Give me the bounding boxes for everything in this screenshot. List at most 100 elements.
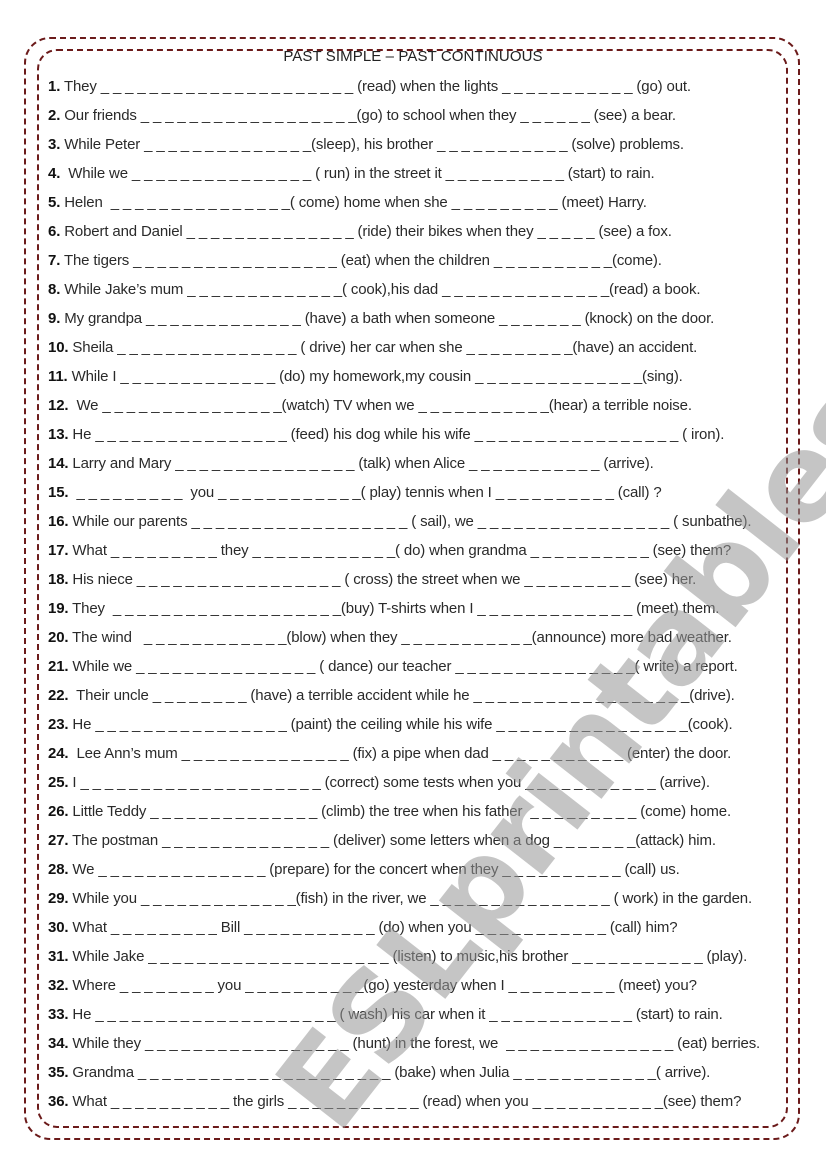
exercise-item: 32. Where _ _ _ _ _ _ _ _ you _ _ _ _ _ … [48,976,793,1005]
exercise-sentence[interactable]: My grandpa _ _ _ _ _ _ _ _ _ _ _ _ _ (ha… [60,310,714,327]
exercise-item: 22. Their uncle _ _ _ _ _ _ _ _ (have) a… [48,686,793,715]
exercise-sentence[interactable]: Lee Ann’s mum _ _ _ _ _ _ _ _ _ _ _ _ _ … [68,745,731,762]
exercise-number: 21. [48,658,69,675]
exercise-item: 13. He _ _ _ _ _ _ _ _ _ _ _ _ _ _ _ _ (… [48,425,793,454]
exercise-number: 25. [48,774,69,791]
exercise-number: 31. [48,948,69,965]
exercise-sentence[interactable]: They _ _ _ _ _ _ _ _ _ _ _ _ _ _ _ _ _ _… [68,600,719,617]
exercise-sentence[interactable]: Robert and Daniel _ _ _ _ _ _ _ _ _ _ _ … [60,223,672,240]
exercise-item: 1. They _ _ _ _ _ _ _ _ _ _ _ _ _ _ _ _ … [48,77,793,106]
exercise-sentence[interactable]: Where _ _ _ _ _ _ _ _ you _ _ _ _ _ _ _ … [68,977,696,994]
exercise-item: 16. While our parents _ _ _ _ _ _ _ _ _ … [48,512,793,541]
exercise-number: 19. [48,600,69,617]
exercise-number: 10. [48,339,69,356]
exercise-item: 8. While Jake’s mum _ _ _ _ _ _ _ _ _ _ … [48,280,793,309]
exercise-sentence[interactable]: While Jake _ _ _ _ _ _ _ _ _ _ _ _ _ _ _… [68,948,747,965]
exercise-number: 24. [48,745,69,762]
exercise-number: 36. [48,1093,69,1110]
exercise-number: 33. [48,1006,69,1023]
exercise-item: 6. Robert and Daniel _ _ _ _ _ _ _ _ _ _… [48,222,793,251]
exercise-sentence[interactable]: Grandma _ _ _ _ _ _ _ _ _ _ _ _ _ _ _ _ … [68,1064,710,1081]
exercise-number: 7. [48,252,61,269]
exercise-sentence[interactable]: He _ _ _ _ _ _ _ _ _ _ _ _ _ _ _ _ (pain… [68,716,732,733]
exercise-item: 29. While you _ _ _ _ _ _ _ _ _ _ _ _ _(… [48,889,793,918]
exercise-sentence[interactable]: Their uncle _ _ _ _ _ _ _ _ (have) a ter… [68,687,735,704]
exercise-number: 12. [48,397,69,414]
exercise-sentence[interactable]: What _ _ _ _ _ _ _ _ _ _ the girls _ _ _… [68,1093,741,1110]
exercise-number: 27. [48,832,69,849]
exercise-number: 23. [48,716,69,733]
exercise-number: 35. [48,1064,69,1081]
exercise-sentence[interactable]: The tigers _ _ _ _ _ _ _ _ _ _ _ _ _ _ _… [60,252,662,269]
exercise-number: 5. [48,194,61,211]
exercise-number: 32. [48,977,69,994]
exercise-item: 21. While we _ _ _ _ _ _ _ _ _ _ _ _ _ _… [48,657,793,686]
exercise-number: 22. [48,687,69,704]
exercise-item: 27. The postman _ _ _ _ _ _ _ _ _ _ _ _ … [48,831,793,860]
exercise-sentence[interactable]: We _ _ _ _ _ _ _ _ _ _ _ _ _ _ _(watch) … [68,397,692,414]
exercise-sentence[interactable]: They _ _ _ _ _ _ _ _ _ _ _ _ _ _ _ _ _ _… [60,78,691,95]
exercise-item: 35. Grandma _ _ _ _ _ _ _ _ _ _ _ _ _ _ … [48,1063,793,1092]
exercise-item: 4. While we _ _ _ _ _ _ _ _ _ _ _ _ _ _ … [48,164,793,193]
exercise-sentence[interactable]: Little Teddy _ _ _ _ _ _ _ _ _ _ _ _ _ _… [68,803,731,820]
exercise-number: 28. [48,861,69,878]
exercise-item: 9. My grandpa _ _ _ _ _ _ _ _ _ _ _ _ _ … [48,309,793,338]
exercise-number: 34. [48,1035,69,1052]
exercise-number: 20. [48,629,69,646]
exercise-sentence[interactable]: We _ _ _ _ _ _ _ _ _ _ _ _ _ _ (prepare)… [68,861,679,878]
exercise-sentence[interactable]: He _ _ _ _ _ _ _ _ _ _ _ _ _ _ _ _ _ _ _… [68,1006,722,1023]
exercise-sentence[interactable]: Larry and Mary _ _ _ _ _ _ _ _ _ _ _ _ _… [68,455,653,472]
exercise-sentence[interactable]: While we _ _ _ _ _ _ _ _ _ _ _ _ _ _ _ (… [68,658,737,675]
exercise-item: 28. We _ _ _ _ _ _ _ _ _ _ _ _ _ _ (prep… [48,860,793,889]
worksheet-title: PAST SIMPLE – PAST CONTINUOUS [283,48,543,65]
exercise-sentence[interactable]: The postman _ _ _ _ _ _ _ _ _ _ _ _ _ _ … [68,832,716,849]
exercise-sentence[interactable]: While Jake’s mum _ _ _ _ _ _ _ _ _ _ _ _… [60,281,700,298]
exercise-sentence[interactable]: Our friends _ _ _ _ _ _ _ _ _ _ _ _ _ _ … [60,107,676,124]
exercise-item: 18. His niece _ _ _ _ _ _ _ _ _ _ _ _ _ … [48,570,793,599]
exercise-number: 11. [48,368,68,385]
exercise-item: 31. While Jake _ _ _ _ _ _ _ _ _ _ _ _ _… [48,947,793,976]
exercise-item: 26. Little Teddy _ _ _ _ _ _ _ _ _ _ _ _… [48,802,793,831]
exercise-sentence[interactable]: _ _ _ _ _ _ _ _ _ you _ _ _ _ _ _ _ _ _ … [68,484,661,501]
exercise-item: 15. _ _ _ _ _ _ _ _ _ you _ _ _ _ _ _ _ … [48,483,793,512]
exercise-item: 30. What _ _ _ _ _ _ _ _ _ Bill _ _ _ _ … [48,918,793,947]
exercise-sentence[interactable]: While our parents _ _ _ _ _ _ _ _ _ _ _ … [68,513,751,530]
exercise-list: 1. They _ _ _ _ _ _ _ _ _ _ _ _ _ _ _ _ … [48,77,793,1121]
exercise-item: 23. He _ _ _ _ _ _ _ _ _ _ _ _ _ _ _ _ (… [48,715,793,744]
exercise-sentence[interactable]: While Peter _ _ _ _ _ _ _ _ _ _ _ _ _ _(… [60,136,684,153]
exercise-number: 30. [48,919,69,936]
exercise-sentence[interactable]: I _ _ _ _ _ _ _ _ _ _ _ _ _ _ _ _ _ _ _ … [68,774,710,791]
exercise-sentence[interactable]: The wind _ _ _ _ _ _ _ _ _ _ _ _(blow) w… [68,629,732,646]
exercise-sentence[interactable]: Helen _ _ _ _ _ _ _ _ _ _ _ _ _ _ _( com… [60,194,647,211]
exercise-sentence[interactable]: While they _ _ _ _ _ _ _ _ _ _ _ _ _ _ _… [68,1035,760,1052]
exercise-item: 3. While Peter _ _ _ _ _ _ _ _ _ _ _ _ _… [48,135,793,164]
exercise-number: 17. [48,542,69,559]
exercise-number: 3. [48,136,61,153]
exercise-number: 1. [48,78,61,95]
exercise-item: 11. While I _ _ _ _ _ _ _ _ _ _ _ _ _ (d… [48,367,793,396]
exercise-sentence[interactable]: What _ _ _ _ _ _ _ _ _ Bill _ _ _ _ _ _ … [68,919,677,936]
exercise-number: 14. [48,455,69,472]
exercise-item: 12. We _ _ _ _ _ _ _ _ _ _ _ _ _ _ _(wat… [48,396,793,425]
exercise-item: 7. The tigers _ _ _ _ _ _ _ _ _ _ _ _ _ … [48,251,793,280]
exercise-item: 10. Sheila _ _ _ _ _ _ _ _ _ _ _ _ _ _ _… [48,338,793,367]
exercise-item: 14. Larry and Mary _ _ _ _ _ _ _ _ _ _ _… [48,454,793,483]
exercise-number: 15. [48,484,69,501]
exercise-sentence[interactable]: He _ _ _ _ _ _ _ _ _ _ _ _ _ _ _ _ (feed… [68,426,724,443]
exercise-sentence[interactable]: His niece _ _ _ _ _ _ _ _ _ _ _ _ _ _ _ … [68,571,696,588]
exercise-number: 18. [48,571,69,588]
exercise-sentence[interactable]: While I _ _ _ _ _ _ _ _ _ _ _ _ _ (do) m… [68,368,683,385]
exercise-item: 17. What _ _ _ _ _ _ _ _ _ they _ _ _ _ … [48,541,793,570]
exercise-number: 16. [48,513,69,530]
exercise-item: 2. Our friends _ _ _ _ _ _ _ _ _ _ _ _ _… [48,106,793,135]
exercise-item: 19. They _ _ _ _ _ _ _ _ _ _ _ _ _ _ _ _… [48,599,793,628]
exercise-item: 24. Lee Ann’s mum _ _ _ _ _ _ _ _ _ _ _ … [48,744,793,773]
exercise-number: 4. [48,165,61,182]
exercise-sentence[interactable]: What _ _ _ _ _ _ _ _ _ they _ _ _ _ _ _ … [68,542,731,559]
exercise-sentence[interactable]: While you _ _ _ _ _ _ _ _ _ _ _ _ _(fish… [68,890,752,907]
exercise-sentence[interactable]: Sheila _ _ _ _ _ _ _ _ _ _ _ _ _ _ _ ( d… [68,339,697,356]
exercise-sentence[interactable]: While we _ _ _ _ _ _ _ _ _ _ _ _ _ _ _ (… [60,165,654,182]
exercise-number: 2. [48,107,61,124]
exercise-item: 25. I _ _ _ _ _ _ _ _ _ _ _ _ _ _ _ _ _ … [48,773,793,802]
exercise-item: 34. While they _ _ _ _ _ _ _ _ _ _ _ _ _… [48,1034,793,1063]
